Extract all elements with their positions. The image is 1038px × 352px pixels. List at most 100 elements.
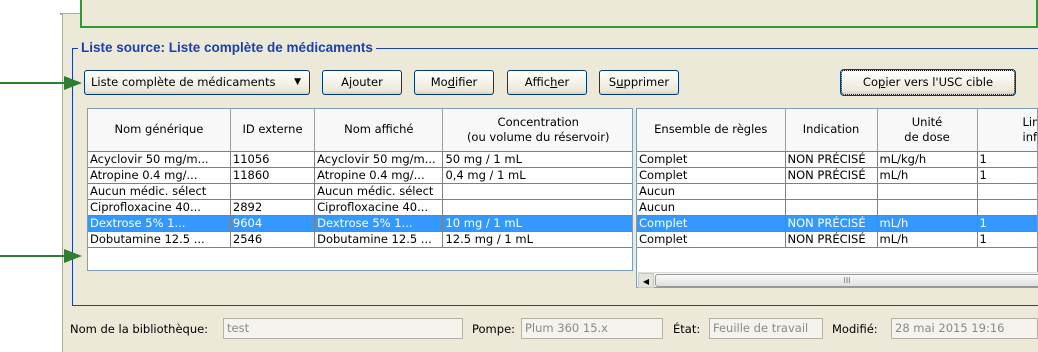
column-header-concentration[interactable]: Concentration (ou volume du réservoir) <box>442 109 632 152</box>
cell-dose-unit: mL/h <box>877 215 978 232</box>
pump-field: Plum 360 15.x <box>521 318 663 339</box>
column-header-indication[interactable]: Indication <box>785 109 878 152</box>
cell-indication <box>785 199 878 216</box>
cell-display-name: Ciprofloxacine 40... <box>314 199 444 216</box>
lower-limit-header-line1: Limi <box>1022 114 1038 129</box>
cell-lower-limit: 1 <box>977 167 1037 184</box>
table-row-selected[interactable]: Dextrose 5% 1... 9604 Dextrose 5% 1... 10 m… <box>88 215 632 232</box>
rule-set-table[interactable]: Ensemble de règles Indication Unité de do… <box>636 108 1038 288</box>
cell-external-id: 11860 <box>230 167 316 184</box>
horizontal-scrollbar[interactable]: ◀ III <box>638 272 1038 288</box>
table-header-row: Ensemble de règles Indication Unité de do… <box>637 109 1038 152</box>
scrollbar-grip: III <box>843 276 851 285</box>
callout-arrow-icon <box>0 76 82 90</box>
column-header-external-id[interactable]: ID externe <box>230 109 316 152</box>
show-button-label-rest: er <box>557 75 570 89</box>
scroll-left-icon[interactable]: ◀ <box>638 273 654 288</box>
copy-to-target-button[interactable]: Copier vers l'USC cible <box>840 69 1016 96</box>
add-button[interactable]: Ajouter <box>322 70 402 95</box>
delete-button[interactable]: Supprimer <box>599 70 679 95</box>
table-row[interactable]: Aucun médic. sélect Aucun médic. sélect <box>88 183 632 200</box>
concentration-header-line2: (ou volume du réservoir) <box>466 129 610 144</box>
modified-field: 28 mai 2015 19:16 <box>891 318 1038 339</box>
cell-rule-set: Complet <box>637 151 786 168</box>
column-header-lower-limit[interactable]: Limiinfr <box>977 109 1038 152</box>
list-dropdown[interactable]: Liste complète de médicaments ▼ <box>84 70 310 95</box>
cell-display-name: Atropine 0.4 mg/... <box>314 167 444 184</box>
green-frame <box>80 0 1038 28</box>
modified-label: Modifié: <box>832 322 878 336</box>
copy-button-label: Co <box>862 75 878 89</box>
state-field: Feuille de travail <box>709 318 823 339</box>
list-dropdown-value: Liste complète de médicaments <box>91 75 276 89</box>
dose-unit-header-line2: de dose <box>904 129 950 144</box>
cell-concentration: 10 mg / 1 mL <box>442 215 632 232</box>
lower-limit-header-line2: infr <box>1022 129 1038 144</box>
cell-rule-set: Complet <box>637 231 786 248</box>
cell-concentration <box>442 183 632 200</box>
cell-display-name: Dextrose 5% 1... <box>314 215 444 232</box>
pump-label: Pompe: <box>472 322 516 336</box>
column-header-dose-unit[interactable]: Unité de dose <box>877 109 978 152</box>
column-header-rule-set[interactable]: Ensemble de règles <box>637 109 786 152</box>
cell-concentration: 12.5 mg / 1 mL <box>442 231 632 248</box>
cell-lower-limit <box>977 199 1037 216</box>
concentration-header-line1: Concentration <box>497 114 579 129</box>
scrollbar-thumb[interactable]: III <box>655 274 1038 287</box>
status-bar: Nom de la bibliothèque: test Pompe: Plum… <box>62 316 1038 342</box>
cell-dose-unit: mL/h <box>877 231 978 248</box>
callout-arrow-icon <box>0 249 82 263</box>
cell-dose-unit: mL/h <box>877 167 978 184</box>
cell-generic-name: Dobutamine 12.5 ... <box>88 231 231 248</box>
cell-external-id: 9604 <box>230 215 316 232</box>
table-header-row: Nom générique ID externe Nom affiché Con… <box>88 109 632 152</box>
cell-dose-unit: mL/kg/h <box>877 151 978 168</box>
table-row[interactable]: Dobutamine 12.5 ... 2546 Dobutamine 12.5 .… <box>88 231 632 248</box>
modify-button-hotkey: d <box>447 75 456 89</box>
table-row[interactable]: Complet NON PRÉCISÉ mL/h 1 <box>637 167 1037 184</box>
table-row[interactable]: Acyclovir 50 mg/m... 11056 Acyclovir 50 mg… <box>88 151 632 168</box>
table-row[interactable]: Ciprofloxacine 40... 2892 Ciprofloxacine 4… <box>88 199 632 216</box>
table-row[interactable]: Aucun <box>637 199 1037 216</box>
cell-dose-unit <box>877 199 978 216</box>
cell-generic-name: Atropine 0.4 mg/... <box>88 167 231 184</box>
cell-rule-set: Aucun <box>637 199 786 216</box>
cell-display-name: Dobutamine 12.5 ... <box>314 231 444 248</box>
table-row[interactable]: Aucun <box>637 183 1037 200</box>
column-header-display-name[interactable]: Nom affiché <box>314 109 444 152</box>
cell-external-id: 2892 <box>230 199 316 216</box>
show-button[interactable]: Afficher <box>507 70 587 95</box>
table-row[interactable]: Atropine 0.4 mg/... 11860 Atropine 0.4 mg/… <box>88 167 632 184</box>
cell-rule-set: Aucun <box>637 183 786 200</box>
cell-lower-limit <box>977 183 1037 200</box>
cell-generic-name: Ciprofloxacine 40... <box>88 199 231 216</box>
modify-button[interactable]: Modifier <box>414 70 494 95</box>
cell-generic-name: Aucun médic. sélect <box>88 183 231 200</box>
table-row[interactable]: Complet NON PRÉCISÉ mL/kg/h 1 <box>637 151 1037 168</box>
cell-indication: NON PRÉCISÉ <box>785 231 878 248</box>
state-label: État: <box>673 322 701 336</box>
delete-button-hotkey: u <box>616 75 624 89</box>
source-list-title: Liste source: Liste complète de médicame… <box>78 40 376 55</box>
library-label: Nom de la bibliothèque: <box>70 322 209 336</box>
modify-button-label: Mo <box>430 75 448 89</box>
dropdown-arrow-icon: ▼ <box>294 77 301 87</box>
cell-concentration: 0,4 mg / 1 mL <box>442 167 632 184</box>
modify-button-label-rest: ifier <box>455 75 478 89</box>
cell-generic-name: Dextrose 5% 1... <box>88 215 231 232</box>
medication-list-table[interactable]: Nom générique ID externe Nom affiché Con… <box>87 108 633 271</box>
add-button-label: A <box>341 75 350 89</box>
column-header-generic-name[interactable]: Nom générique <box>88 109 231 152</box>
cell-lower-limit: 1 <box>977 215 1037 232</box>
add-button-label-rest: outer <box>352 75 383 89</box>
cell-indication <box>785 183 878 200</box>
cell-display-name: Acyclovir 50 mg/m... <box>314 151 444 168</box>
table-row-selected[interactable]: Complet NON PRÉCISÉ mL/h 1 <box>637 215 1037 232</box>
cell-indication: NON PRÉCISÉ <box>785 151 878 168</box>
cell-external-id: 2546 <box>230 231 316 248</box>
cell-indication: NON PRÉCISÉ <box>785 215 878 232</box>
delete-button-label-rest: pprimer <box>623 75 670 89</box>
table-row[interactable]: Complet NON PRÉCISÉ mL/h 1 <box>637 231 1037 248</box>
cell-indication: NON PRÉCISÉ <box>785 167 878 184</box>
cell-generic-name: Acyclovir 50 mg/m... <box>88 151 231 168</box>
